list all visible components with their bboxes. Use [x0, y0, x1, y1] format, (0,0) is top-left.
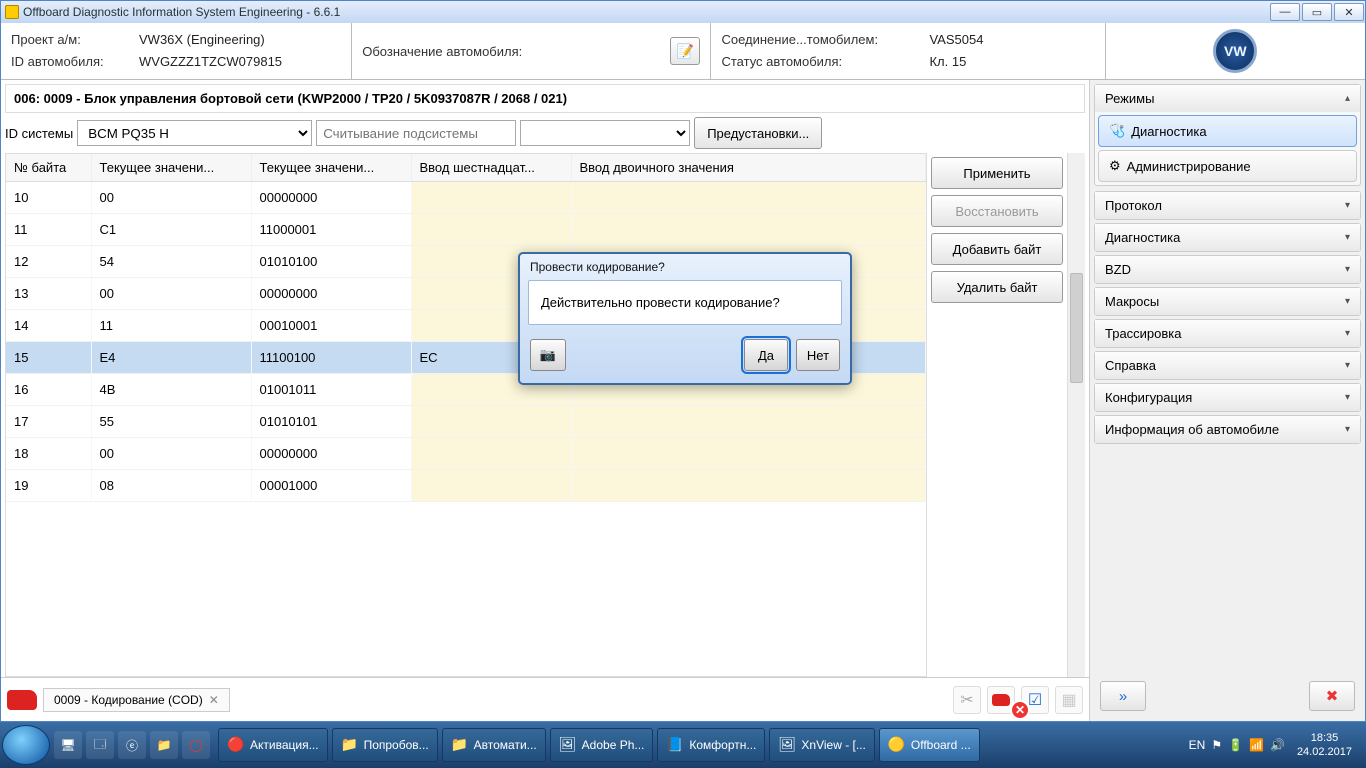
- status-value: Кл. 15: [929, 51, 966, 73]
- side-panel: Режимы▴ 🩺Диагностика ⚙Администрирование …: [1090, 80, 1365, 721]
- maximize-button[interactable]: ▭: [1302, 3, 1332, 21]
- modes-panel: Режимы▴ 🩺Диагностика ⚙Администрирование: [1094, 84, 1361, 186]
- clock[interactable]: 18:3524.02.2017: [1291, 729, 1358, 761]
- quick-ie-icon[interactable]: ⓔ: [118, 731, 146, 759]
- side-panel-item[interactable]: Диагностика▾: [1094, 223, 1361, 252]
- taskbar-task[interactable]: 🟡Offboard ...: [879, 728, 980, 762]
- side-panel-item[interactable]: Макросы▾: [1094, 287, 1361, 316]
- window-title: Offboard Diagnostic Information System E…: [23, 5, 340, 19]
- taskbar-task[interactable]: 📁Попробов...: [332, 728, 438, 762]
- close-button[interactable]: ✕: [1334, 3, 1364, 21]
- quick-explorer-icon[interactable]: 🗔: [86, 731, 114, 759]
- connection-value: VAS5054: [929, 29, 983, 51]
- address-bar: 006: 0009 - Блок управления бортовой сет…: [5, 84, 1085, 113]
- tray-flag-icon[interactable]: ⚑: [1211, 738, 1222, 752]
- col-bin[interactable]: Текущее значени...: [251, 154, 411, 182]
- brand-logo: VW: [1106, 23, 1365, 79]
- dialog-camera-button[interactable]: 📷: [530, 339, 566, 371]
- confirm-dialog: Провести кодирование? Действительно пров…: [518, 252, 852, 385]
- delete-byte-button[interactable]: Удалить байт: [931, 271, 1063, 303]
- project-label: Проект а/м:: [11, 29, 131, 51]
- vehicle-id-label: ID автомобиля:: [11, 51, 131, 73]
- presets-button[interactable]: Предустановки...: [694, 117, 822, 149]
- dialog-message: Действительно провести кодирование?: [528, 280, 842, 325]
- tray-volume-icon[interactable]: 🔊: [1270, 738, 1285, 752]
- dialog-yes-button[interactable]: Да: [744, 339, 788, 371]
- tray-network-icon[interactable]: 📶: [1249, 738, 1264, 752]
- minimize-button[interactable]: —: [1270, 3, 1300, 21]
- restore-button[interactable]: Восстановить: [931, 195, 1063, 227]
- side-panel-item[interactable]: Протокол▾: [1094, 191, 1361, 220]
- taskbar-task[interactable]: 🖼Adobe Ph...: [550, 728, 654, 762]
- col-hex[interactable]: Текущее значени...: [91, 154, 251, 182]
- forward-button[interactable]: »: [1100, 681, 1146, 711]
- start-button[interactable]: [2, 725, 50, 765]
- status-label: Статус автомобиля:: [721, 51, 921, 73]
- col-input-bin[interactable]: Ввод двоичного значения: [571, 154, 926, 182]
- info-panel: Проект а/м: VW36X (Engineering) ID автомо…: [1, 23, 1365, 80]
- subsystem-select[interactable]: [520, 120, 690, 146]
- vehicle-id-value: WVGZZZ1TZCW079815: [139, 51, 282, 73]
- dialog-no-button[interactable]: Нет: [796, 339, 840, 371]
- side-panel-item[interactable]: Справка▾: [1094, 351, 1361, 380]
- titlebar: Offboard Diagnostic Information System E…: [1, 1, 1365, 23]
- car-icon[interactable]: [7, 690, 37, 710]
- table-row[interactable]: 175501010101: [6, 406, 926, 438]
- modes-header[interactable]: Режимы▴: [1095, 85, 1360, 112]
- project-value: VW36X (Engineering): [139, 29, 265, 51]
- taskbar: 🖥 🗔 ⓔ 📁 ◯ 🔴Активация...📁Попробов...📁Авто…: [0, 722, 1366, 768]
- col-byte-no[interactable]: № байта: [6, 154, 91, 182]
- apply-button[interactable]: Применить: [931, 157, 1063, 189]
- designation-label: Обозначение автомобиля:: [362, 44, 522, 59]
- edit-doc-button[interactable]: 📝: [670, 37, 700, 65]
- subsystem-input[interactable]: [316, 120, 516, 146]
- admin-mode[interactable]: ⚙Администрирование: [1098, 150, 1357, 182]
- cancel-button[interactable]: ✖: [1309, 681, 1355, 711]
- connection-label: Соединение...томобилем:: [721, 29, 921, 51]
- side-panel-item[interactable]: Трассировка▾: [1094, 319, 1361, 348]
- system-id-label: ID системы: [5, 126, 73, 141]
- side-panel-item[interactable]: Информация об автомобиле▾: [1094, 415, 1361, 444]
- taskbar-task[interactable]: 🔴Активация...: [218, 728, 328, 762]
- gear-icon: ⚙: [1109, 158, 1121, 174]
- stethoscope-icon: 🩺: [1109, 123, 1125, 139]
- tray-battery-icon[interactable]: 🔋: [1228, 738, 1243, 752]
- col-input-hex[interactable]: Ввод шестнадцат...: [411, 154, 571, 182]
- system-id-select[interactable]: BCM PQ35 H: [77, 120, 312, 146]
- document-tab[interactable]: 0009 - Кодирование (COD)✕: [43, 688, 230, 712]
- scissors-icon[interactable]: ✂: [953, 686, 981, 714]
- quick-desktop-icon[interactable]: 🖥: [54, 731, 82, 759]
- table-row[interactable]: 190800001000: [6, 470, 926, 502]
- bytes-table: № байта Текущее значени... Текущее значе…: [5, 153, 927, 677]
- table-row[interactable]: 100000000000: [6, 182, 926, 214]
- app-icon: [5, 5, 19, 19]
- add-byte-button[interactable]: Добавить байт: [931, 233, 1063, 265]
- table-row[interactable]: 180000000000: [6, 438, 926, 470]
- table-row[interactable]: 11C111000001: [6, 214, 926, 246]
- lang-indicator[interactable]: EN: [1189, 738, 1206, 752]
- taskbar-task[interactable]: 📘Комфортн...: [657, 728, 765, 762]
- footer-bar: 0009 - Кодирование (COD)✕ ✂ ☑ ▦: [1, 677, 1089, 721]
- diagnostics-mode[interactable]: 🩺Диагностика: [1098, 115, 1357, 147]
- table-scrollbar[interactable]: [1067, 153, 1085, 677]
- quick-folder-icon[interactable]: 📁: [150, 731, 178, 759]
- side-panel-item[interactable]: Конфигурация▾: [1094, 383, 1361, 412]
- dialog-title: Провести кодирование?: [520, 254, 850, 280]
- grid-icon[interactable]: ▦: [1055, 686, 1083, 714]
- taskbar-task[interactable]: 📁Автомати...: [442, 728, 546, 762]
- side-panel-item[interactable]: BZD▾: [1094, 255, 1361, 284]
- quick-opera-icon[interactable]: ◯: [182, 731, 210, 759]
- error-badge[interactable]: ✕: [1010, 700, 1030, 720]
- taskbar-task[interactable]: 🖼XnView - [...: [769, 728, 874, 762]
